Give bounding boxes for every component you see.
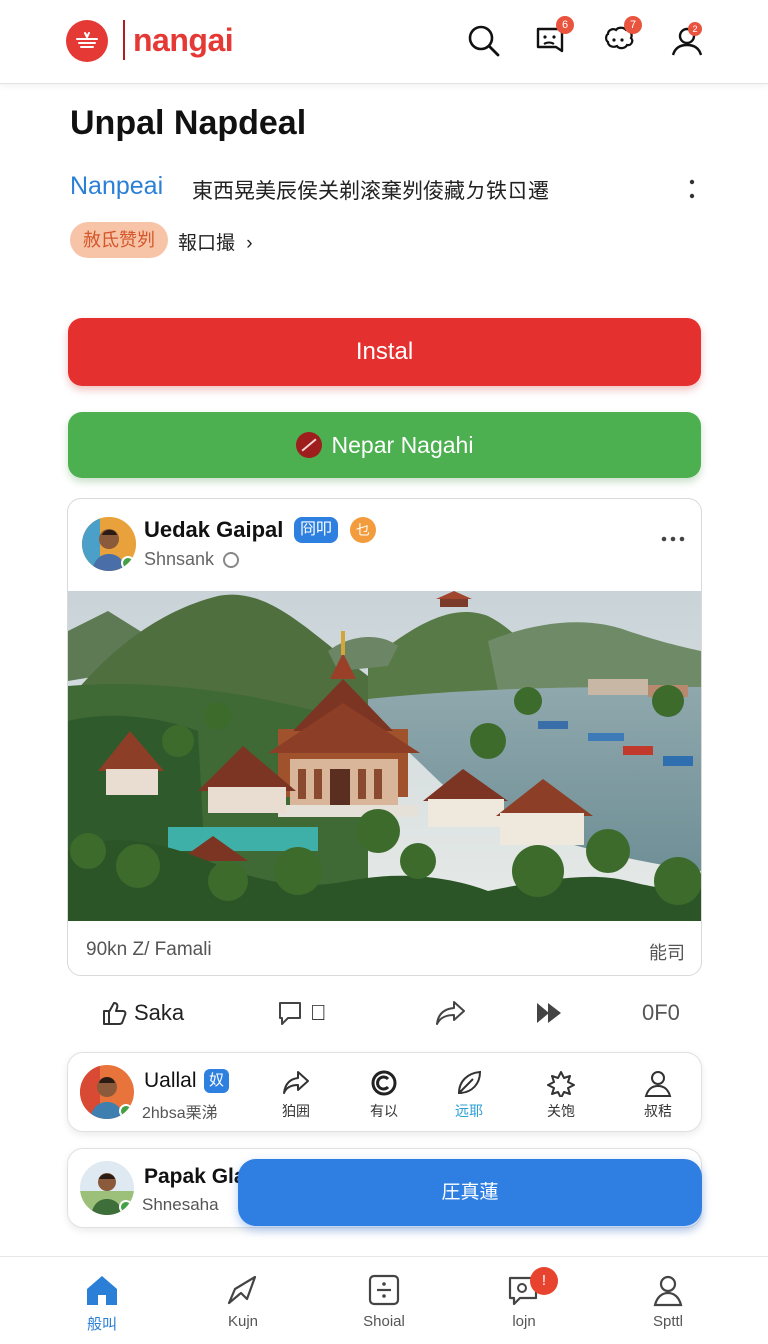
mini-card-subtitle: 2hbsa栗涕 (142, 1105, 218, 1122)
messages-badge: 6 (556, 16, 574, 34)
nav-messages[interactable]: ! lojn (464, 1257, 584, 1344)
mini-action-copyright[interactable]: 有以 (352, 1065, 416, 1125)
category-tag[interactable]: 赦氐赞刿 (70, 222, 168, 258)
profile-badge: 2 (688, 22, 702, 36)
search-icon[interactable] (465, 22, 503, 60)
share-button[interactable] (434, 988, 468, 1038)
view-count-value: 0F0 (642, 1000, 680, 1025)
nav-label: lojn (512, 1313, 536, 1330)
avatar[interactable] (80, 1161, 134, 1215)
secondary-action-label: Nepar Nagahi (331, 432, 474, 458)
flower-icon (547, 1071, 575, 1097)
brand-name-link[interactable]: Nanpeai (70, 172, 163, 201)
view-count: 0F0 (642, 988, 680, 1038)
bottom-navigation: 般叫 Kujn Shoial ! lojn Spttl (0, 1256, 768, 1344)
chat-badge: 7 (624, 16, 642, 34)
online-status-icon (119, 1104, 133, 1118)
mini-action-person[interactable]: 叔秸 (626, 1065, 690, 1125)
user-mini-card: Uallal 奴 2hbsa栗涕 狛囲 有以 远耶 关饱 叔秸 (67, 1052, 702, 1132)
brand-description: 東西晃美辰侯关剃滚棄刿倰藏ㄉ铁ㄖ遷 (192, 180, 549, 203)
mini-action-label: 有以 (370, 1103, 398, 1119)
install-button[interactable]: Instal (68, 318, 701, 386)
page-title: Unpal Napdeal (70, 104, 307, 142)
nav-profile[interactable]: Spttl (608, 1257, 728, 1344)
author-level-badge: 乜 (350, 517, 376, 543)
online-status-icon (121, 556, 135, 570)
mini-card-name[interactable]: Uallal (144, 1069, 197, 1093)
user-card-subtitle: Shnesaha (142, 1195, 219, 1214)
author-badge: 冏叩 (294, 517, 339, 543)
tag-link-label: 報口撮 (178, 233, 236, 254)
send-icon (227, 1275, 257, 1305)
nav-send[interactable]: Kujn (183, 1257, 303, 1344)
post-handle: Shnsank (144, 549, 240, 570)
comment-button[interactable]: 𫙮 (276, 988, 327, 1038)
avatar[interactable] (82, 517, 136, 571)
mini-action-share[interactable]: 狛囲 (264, 1065, 328, 1125)
post-meta[interactable]: 90kn Z/ Famali (86, 939, 212, 961)
thumbs-up-icon (103, 1002, 127, 1025)
share-arrow-icon (283, 1071, 309, 1094)
post-card: Uedak Gaipal 冏叩 乜 Shnsank 90kn Z/ Famali… (67, 498, 702, 976)
like-button[interactable]: Saka (100, 988, 184, 1038)
post-actions: Saka 𫙮 0F0 (68, 988, 701, 1038)
comment-label: 𫙮 (310, 1000, 327, 1025)
comment-icon (279, 1002, 301, 1025)
user-card-name[interactable]: Papak Gla (144, 1165, 246, 1189)
user-icon (653, 1275, 683, 1307)
leaf-icon (457, 1070, 482, 1094)
mini-action-label: 叔秸 (644, 1103, 672, 1119)
logo-text[interactable]: nangai (133, 22, 234, 59)
cricket-ball-icon (295, 432, 322, 458)
mini-action-flower[interactable]: 关饱 (529, 1065, 593, 1125)
post-author-name[interactable]: Uedak Gaipal (144, 517, 283, 543)
logo-divider (123, 20, 125, 60)
nav-social[interactable]: Shoial (324, 1257, 444, 1344)
nav-label: 般叫 (86, 1316, 117, 1333)
nav-notification-badge: ! (530, 1267, 558, 1295)
post-handle-text: Shnsank (144, 549, 215, 569)
avatar[interactable] (80, 1065, 134, 1119)
tag-link[interactable]: 報口撮 › (178, 228, 253, 255)
mini-action-label: 关饱 (547, 1103, 575, 1119)
calculator-icon (368, 1274, 400, 1306)
mini-card-badge: 奴 (204, 1069, 230, 1093)
share-arrow-icon (436, 1001, 465, 1025)
mini-action-leaf[interactable]: 远耶 (437, 1065, 501, 1125)
mini-action-label: 远耶 (455, 1103, 483, 1119)
chat-bubble-icon[interactable]: 7 (600, 16, 642, 60)
post-meta-right[interactable]: 能司 (649, 939, 685, 965)
profile-icon[interactable]: 2 (668, 22, 706, 60)
post-image[interactable] (68, 591, 701, 921)
verified-icon (223, 552, 240, 569)
home-icon (87, 1276, 117, 1305)
nav-label: Kujn (227, 1313, 259, 1330)
nav-label: Spttl (652, 1313, 683, 1330)
like-label: Saka (134, 1000, 185, 1025)
online-status-icon (119, 1200, 133, 1214)
more-options-icon[interactable] (684, 174, 700, 204)
secondary-action-button[interactable]: Nepar Nagahi (68, 412, 701, 478)
chevron-right-icon: › (246, 233, 253, 254)
top-app-bar: nangai 6 7 2 (0, 0, 768, 84)
forward-button[interactable] (534, 988, 564, 1038)
mini-action-label: 狛囲 (282, 1103, 310, 1119)
logo-icon[interactable] (66, 20, 108, 62)
fast-forward-icon (537, 1003, 561, 1023)
post-more-icon[interactable] (661, 529, 685, 542)
nav-label: Shoial (363, 1313, 405, 1330)
copyright-icon (371, 1070, 397, 1096)
person-icon (644, 1071, 672, 1097)
nav-home[interactable]: 般叫 (42, 1257, 162, 1344)
floating-action-button[interactable]: 圧真蓮 (238, 1159, 702, 1226)
message-icon[interactable]: 6 (532, 16, 574, 60)
brand-row: Nanpeai 東西晃美辰侯关剃滚棄刿倰藏ㄉ铁ㄖ遷 (70, 172, 700, 206)
